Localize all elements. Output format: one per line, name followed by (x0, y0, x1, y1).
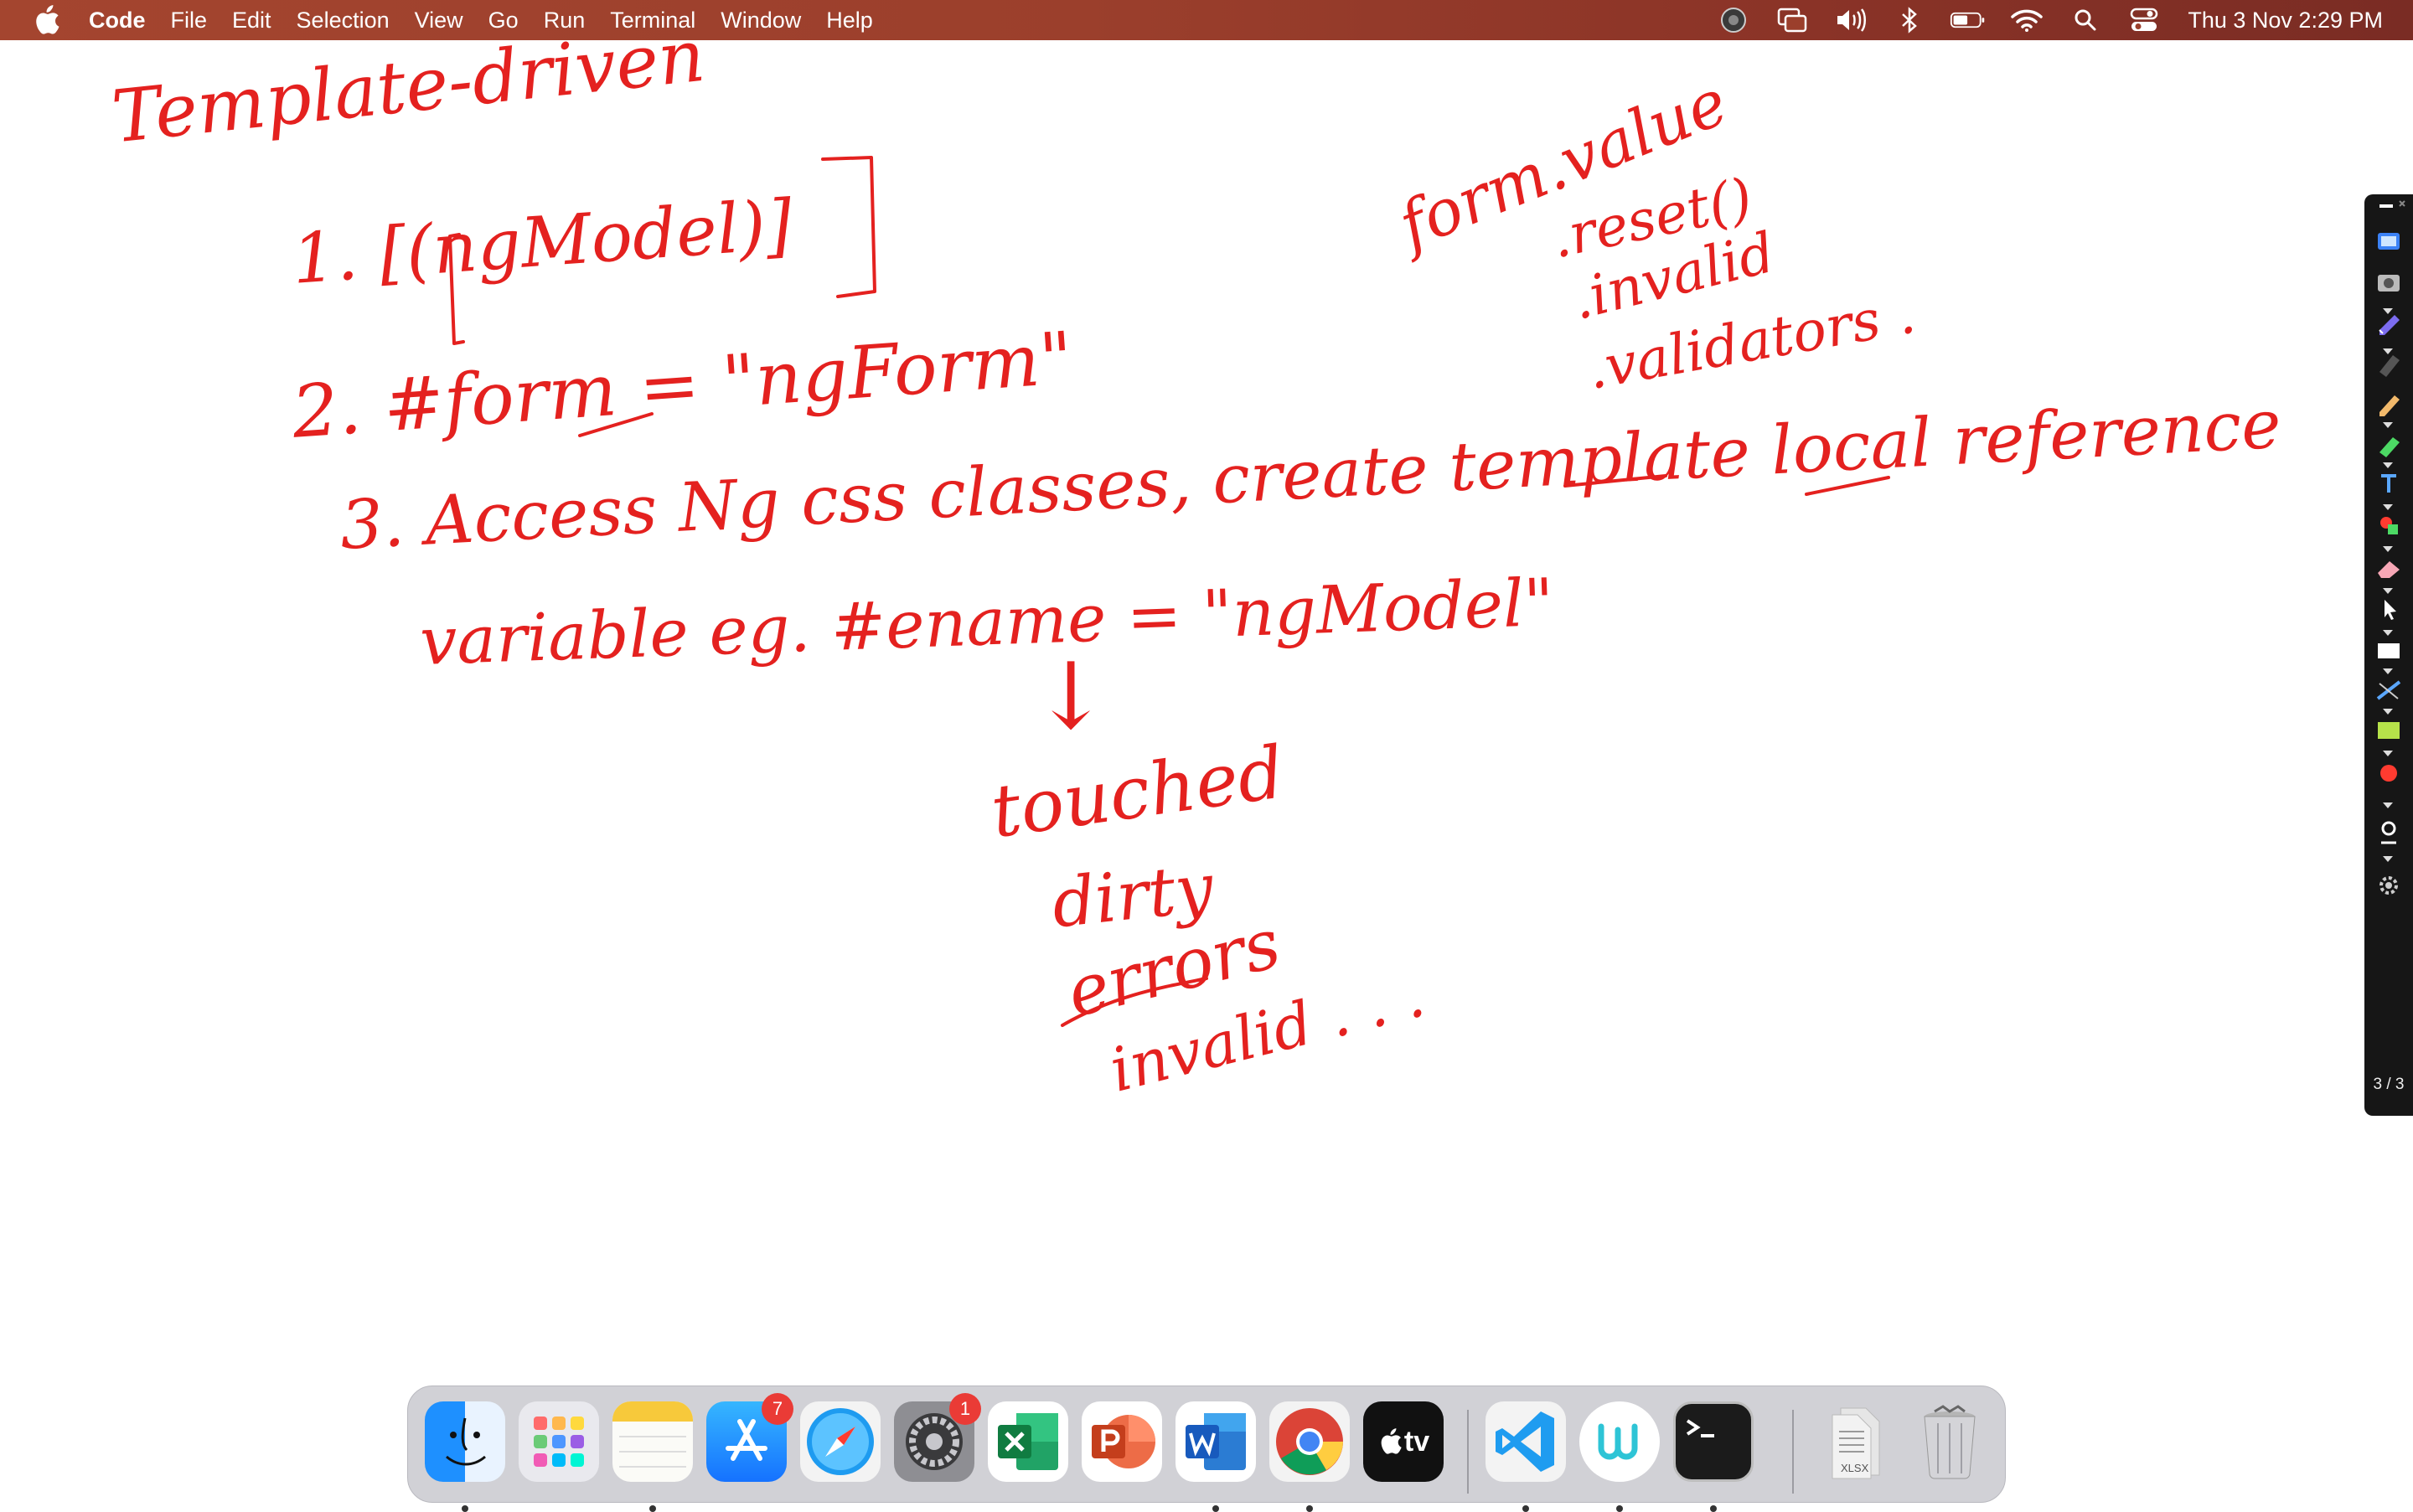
notification-badge: 1 (949, 1393, 981, 1425)
dock-launchpad[interactable] (519, 1401, 599, 1482)
dock-system-preferences[interactable]: 1 (894, 1393, 981, 1482)
caret-icon[interactable] (2383, 546, 2393, 552)
running-indicator (649, 1505, 656, 1512)
dock-notes[interactable] (612, 1401, 693, 1512)
notification-badge: 7 (762, 1393, 793, 1425)
eraser-icon[interactable] (2371, 553, 2406, 588)
apple-tv-label: tv (1403, 1425, 1430, 1458)
running-indicator (1212, 1505, 1219, 1512)
whiteboard-canvas[interactable]: Template-driven 1. [(ngModel)] 2. #form … (0, 14, 2413, 1508)
safari-icon (800, 1401, 881, 1482)
dock-separator (1467, 1410, 1469, 1494)
pointer-icon[interactable] (2371, 595, 2406, 630)
annotation-toolbar: 3 / 3 (2364, 194, 2413, 1116)
screen-recorder-icon[interactable] (1715, 0, 1752, 40)
pencil-icon[interactable] (2371, 389, 2406, 424)
control-center-icon[interactable] (2126, 0, 2162, 40)
record-icon[interactable] (2371, 759, 2406, 794)
line-tool-icon[interactable] (2371, 675, 2406, 710)
dock-app-store[interactable]: 7 (706, 1393, 793, 1482)
dock-xlsx-document[interactable]: XLSX (1816, 1401, 1896, 1482)
powerpoint-icon (1082, 1401, 1162, 1482)
menu-window[interactable]: Window (708, 8, 814, 34)
apple-logo-icon[interactable] (32, 5, 60, 35)
chrome-icon (1269, 1401, 1350, 1482)
dock-terminal[interactable] (1673, 1401, 1754, 1512)
caret-icon[interactable] (2383, 308, 2393, 314)
caret-icon[interactable] (2383, 462, 2393, 468)
caret-icon[interactable] (2383, 348, 2393, 354)
dock: 7 1 tv XLSX (407, 1386, 2006, 1512)
dock-chrome[interactable] (1269, 1401, 1350, 1512)
dock-excel[interactable] (988, 1401, 1068, 1482)
finder-icon (425, 1401, 505, 1482)
caret-icon[interactable] (2383, 856, 2393, 862)
menu-bar: Code File Edit Selection View Go Run Ter… (0, 0, 2413, 40)
dock-vscode[interactable] (1486, 1401, 1566, 1512)
running-indicator (1710, 1505, 1717, 1512)
caret-icon[interactable] (2383, 630, 2393, 636)
caret-icon[interactable] (2383, 422, 2393, 428)
text-tool-icon[interactable] (2371, 469, 2406, 504)
wifi-icon[interactable] (2008, 0, 2045, 40)
dock-apple-tv[interactable]: tv (1363, 1401, 1444, 1482)
volume-icon[interactable] (1832, 0, 1869, 40)
screenshot-icon[interactable] (2371, 268, 2406, 303)
running-indicator (1616, 1505, 1623, 1512)
dock-finder[interactable] (425, 1401, 505, 1512)
notes-icon (612, 1401, 693, 1482)
trash-icon (1909, 1401, 1990, 1482)
fill-tool-icon[interactable] (2371, 715, 2406, 751)
close-bracket-stroke (821, 156, 876, 298)
highlighter-icon[interactable] (2371, 429, 2406, 464)
spotlight-search-icon[interactable] (2067, 0, 2104, 40)
whiteboard-app-icon (1579, 1401, 1660, 1482)
spotlight-tool-icon[interactable] (2371, 818, 2406, 853)
menu-help[interactable]: Help (814, 8, 886, 34)
caret-icon[interactable] (2383, 709, 2393, 715)
caret-icon[interactable] (2383, 802, 2393, 808)
dock-trash[interactable] (1909, 1401, 1990, 1482)
battery-icon[interactable] (1950, 0, 1987, 40)
apple-tv-icon: tv (1363, 1401, 1444, 1482)
xlsx-document-icon: XLSX (1816, 1401, 1896, 1482)
shapes-icon[interactable] (2371, 511, 2406, 546)
dock-whiteboard-app[interactable] (1579, 1401, 1660, 1512)
xlsx-label: XLSX (1841, 1462, 1869, 1474)
whiteboard-icon[interactable] (2371, 637, 2406, 672)
menubar-clock[interactable]: Thu 3 Nov 2:29 PM (2188, 8, 2383, 34)
terminal-icon (1673, 1401, 1754, 1482)
menu-app-name[interactable]: Code (89, 8, 158, 34)
menu-selection[interactable]: Selection (284, 8, 402, 34)
dock-separator (1792, 1410, 1794, 1494)
menu-edit[interactable]: Edit (220, 8, 284, 34)
caret-icon[interactable] (2383, 588, 2393, 594)
bluetooth-icon[interactable] (1891, 0, 1928, 40)
caret-icon[interactable] (2383, 504, 2393, 510)
select-screen-icon[interactable] (2371, 228, 2406, 263)
dock-word[interactable] (1175, 1401, 1256, 1512)
caret-icon[interactable] (2383, 668, 2393, 674)
caret-icon[interactable] (2383, 751, 2393, 756)
running-indicator (1522, 1505, 1529, 1512)
page-counter: 3 / 3 (2373, 1076, 2405, 1093)
excel-icon (988, 1401, 1068, 1482)
menu-go[interactable]: Go (476, 8, 531, 34)
vscode-icon (1486, 1401, 1566, 1482)
menu-view[interactable]: View (402, 8, 476, 34)
dock-powerpoint[interactable] (1082, 1401, 1162, 1482)
word-icon (1175, 1401, 1256, 1482)
screen-mirroring-icon[interactable] (1774, 0, 1811, 40)
running-indicator (462, 1505, 468, 1512)
down-arrow: ↓ (1032, 642, 1110, 750)
settings-gear-icon[interactable] (2371, 871, 2406, 906)
launchpad-icon (519, 1401, 599, 1482)
running-indicator (1306, 1505, 1313, 1512)
dock-safari[interactable] (800, 1401, 881, 1482)
menu-file[interactable]: File (158, 8, 220, 34)
